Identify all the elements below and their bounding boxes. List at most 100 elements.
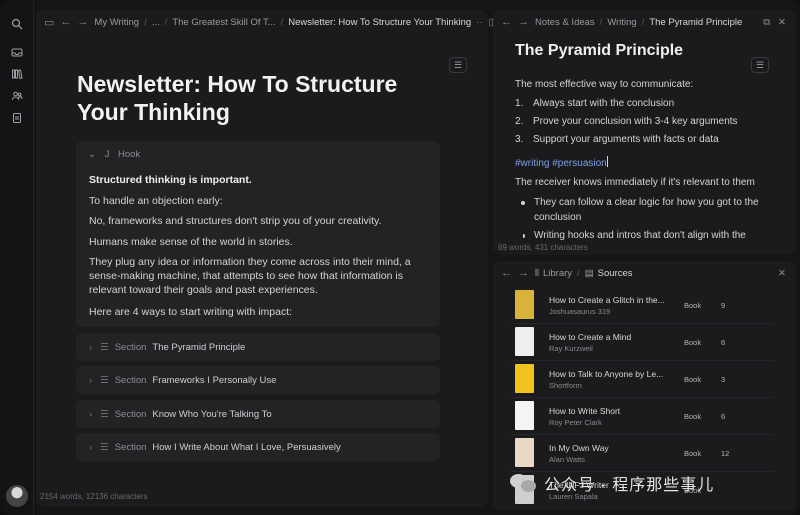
list-icon: ☰ (100, 441, 109, 453)
ordered-item: 2. Prove your conclusion with 3-4 key arg… (515, 116, 738, 127)
source-title: How to Create a Glitch in the... (549, 295, 665, 305)
breadcrumb-item[interactable]: Writing (607, 17, 636, 28)
note-title: The Pyramid Principle (515, 42, 684, 59)
section-row[interactable]: › ☰ Section The Pyramid Principle (76, 333, 440, 361)
breadcrumb-current: Newsletter: How To Structure Your Thinki… (288, 16, 472, 28)
source-author: Shortform (549, 381, 582, 390)
source-type: Book (684, 412, 702, 421)
editor-pane: ▭ ← → My Writing / ... / The Greatest Sk… (36, 10, 494, 507)
source-type: Book (684, 449, 702, 458)
section-row[interactable]: › ☰ Section Frameworks I Personally Use (76, 366, 440, 394)
section-name: How I Write About What I Love, Persuasiv… (152, 441, 341, 453)
ordered-item: 1. Always start with the conclusion (515, 98, 675, 109)
source-type: Book (684, 301, 702, 310)
tags[interactable]: #writing #persuasion (515, 156, 608, 169)
search-icon[interactable] (9, 16, 25, 32)
back-arrow-icon[interactable]: ← (501, 267, 512, 279)
breadcrumb-item[interactable]: Library (543, 268, 572, 279)
bullet-item: Writing hooks and intros that don't alig… (523, 228, 763, 242)
chevron-right-icon[interactable]: › (89, 342, 92, 353)
chevron-right-icon[interactable]: › (89, 409, 92, 420)
paragraph: The most effective way to communicate: (515, 79, 694, 90)
people-icon[interactable] (9, 88, 25, 104)
source-author: Roy Peter Clark (549, 418, 602, 427)
section-kind: Section (114, 408, 147, 420)
ordered-item: 3. Support your arguments with facts or d… (515, 134, 719, 145)
library-icon[interactable] (9, 66, 25, 82)
table-row[interactable]: How to Create a Mind Ray Kurzweil Book 6 (511, 324, 773, 361)
section-name: Know Who You're Talking To (152, 408, 272, 420)
section-kind: Section (114, 341, 147, 353)
paragraph: Here are 4 ways to start writing with im… (89, 306, 293, 318)
outline-icon[interactable]: ☰ (751, 57, 769, 73)
book-cover (515, 290, 534, 319)
paragraph: Structured thinking is important. (89, 174, 252, 186)
table-row[interactable]: How to Talk to Anyone by Le... Shortform… (511, 361, 773, 398)
source-type: Book (684, 338, 702, 347)
section-row[interactable]: › ☰ Section Know Who You're Talking To (76, 400, 440, 428)
source-type: Book (684, 375, 702, 384)
watermark: 公众号 · 程序那些事儿 (510, 471, 714, 495)
forward-arrow-icon[interactable]: → (77, 16, 88, 28)
library-icon: ⫴ (535, 267, 539, 279)
document-icon[interactable] (9, 110, 25, 126)
table-row[interactable]: How to Create a Glitch in the... Joshuas… (511, 287, 773, 324)
section-kind: Section (114, 374, 147, 386)
source-count: 9 (721, 301, 726, 310)
source-title: How to Write Short (549, 406, 621, 416)
open-in-pane-icon[interactable]: ⧉ (763, 17, 770, 28)
book-cover (515, 327, 534, 356)
source-title: How to Create a Mind (549, 332, 632, 342)
page-title: Newsletter: How To Structure Your Thinki… (77, 71, 398, 125)
source-title: In My Own Way (549, 443, 609, 453)
breadcrumb-item[interactable]: The Greatest Skill Of T... (172, 17, 275, 28)
hook-header[interactable]: ⌄ J Hook (88, 149, 140, 160)
chevron-right-icon[interactable]: › (89, 375, 92, 386)
chevron-down-icon[interactable]: ⌄ (88, 149, 96, 160)
book-cover (515, 438, 534, 467)
list-icon: ☰ (100, 408, 109, 420)
forward-arrow-icon[interactable]: → (518, 267, 529, 279)
list-icon: ☰ (100, 374, 109, 386)
hook-icon: J (104, 149, 110, 160)
close-icon[interactable]: ✕ (778, 17, 786, 28)
breadcrumb-item[interactable]: ... (152, 17, 160, 28)
sidebar-rail (0, 0, 34, 515)
outline-icon[interactable]: ☰ (449, 57, 467, 73)
section-row[interactable]: › ☰ Section How I Write About What I Lov… (76, 433, 440, 461)
chevron-right-icon[interactable]: › (89, 442, 92, 453)
hook-label: Hook (118, 149, 141, 160)
app-window: ▭ ← → My Writing / ... / The Greatest Sk… (0, 0, 800, 515)
more-icon[interactable]: ·· (476, 17, 482, 28)
wechat-logo-icon (510, 471, 538, 495)
table-row[interactable]: In My Own Way Alan Watts Book 12 (511, 435, 773, 472)
source-count: 12 (721, 449, 730, 458)
source-author: Joshuasaurus 319 (549, 307, 611, 316)
text-cursor (606, 156, 608, 167)
section-name: The Pyramid Principle (152, 341, 246, 353)
section-name: Frameworks I Personally Use (152, 374, 277, 386)
avatar[interactable] (6, 485, 28, 507)
breadcrumb-current: The Pyramid Principle (649, 16, 743, 28)
close-icon[interactable]: ✕ (778, 268, 786, 279)
sources-breadcrumb-bar: ← → ⫴ Library / ▤ Sources ✕ (501, 267, 786, 279)
paragraph: To handle an objection early: (89, 195, 223, 207)
hook-block[interactable]: ⌄ J Hook Structured thinking is importan… (76, 141, 440, 327)
book-cover (515, 401, 534, 430)
paragraph: The receiver knows immediately if it's r… (515, 177, 755, 188)
inbox-icon[interactable] (9, 44, 25, 60)
forward-arrow-icon[interactable]: → (518, 16, 529, 28)
breadcrumb-item[interactable]: My Writing (94, 17, 139, 28)
source-count: 6 (721, 338, 726, 347)
paragraph: They plug any idea or information they c… (89, 256, 411, 296)
source-count: 3 (721, 375, 726, 384)
back-arrow-icon[interactable]: ← (60, 16, 71, 28)
back-arrow-icon[interactable]: ← (501, 16, 512, 28)
table-row[interactable]: How to Write Short Roy Peter Clark Book … (511, 398, 773, 435)
breadcrumb-item[interactable]: Notes & Ideas (535, 17, 595, 28)
sidebar-toggle-icon[interactable]: ▭ (44, 16, 54, 29)
bullet-item: They can follow a clear logic for how yo… (521, 195, 763, 225)
source-title: How to Talk to Anyone by Le... (549, 369, 664, 379)
book-cover (515, 364, 534, 393)
word-count: 2154 words, 12136 characters (40, 492, 148, 501)
